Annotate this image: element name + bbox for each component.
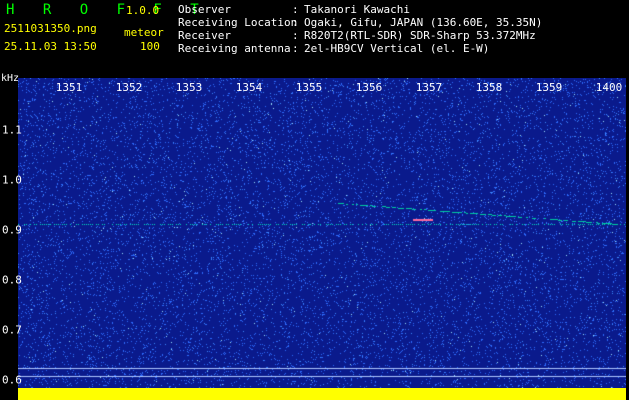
- x-tick: 1400: [595, 81, 623, 94]
- x-tick: 1358: [475, 81, 503, 94]
- info-row-location: Receiving Location: Ogaki, Gifu, JAPAN (…: [178, 16, 543, 29]
- x-tick: 1355: [295, 81, 323, 94]
- mode-value: 100: [140, 40, 160, 53]
- datetime-label: 25.11.03 13:50: [4, 40, 97, 53]
- signal-level-strip: [18, 388, 626, 400]
- y-axis-unit: kHz: [1, 73, 20, 84]
- header-panel: H R O F F T 1.0.0 2511031350.png 25.11.0…: [0, 0, 629, 78]
- info-row-antenna: Receiving antenna: 2el-HB9CV Vertical (e…: [178, 42, 490, 55]
- x-tick: 1356: [355, 81, 383, 94]
- filename-label: 2511031350.png: [4, 22, 97, 35]
- y-tick: 1.0: [2, 173, 22, 187]
- y-tick: 0.8: [2, 273, 22, 287]
- app-version: 1.0.0: [126, 4, 160, 17]
- x-tick: 1353: [175, 81, 203, 94]
- y-tick: 0.7: [2, 323, 22, 337]
- x-tick: 1354: [235, 81, 263, 94]
- x-tick: 1359: [535, 81, 563, 94]
- station-info: Observer: Takanori Kawachi Receiving Loc…: [178, 3, 542, 55]
- info-row-receiver: Receiver: R820T2(RTL-SDR) SDR-Sharp 53.3…: [178, 29, 536, 42]
- mode-label: meteor: [124, 26, 164, 39]
- y-tick: 0.6: [2, 373, 22, 387]
- x-tick: 1352: [115, 81, 143, 94]
- info-row-observer: Observer: Takanori Kawachi: [178, 3, 410, 16]
- y-tick: 1.1: [2, 123, 22, 137]
- x-tick: 1357: [415, 81, 443, 94]
- spectrogram-plot: [18, 78, 626, 400]
- y-tick: 0.9: [2, 223, 22, 237]
- x-tick: 1351: [55, 81, 83, 94]
